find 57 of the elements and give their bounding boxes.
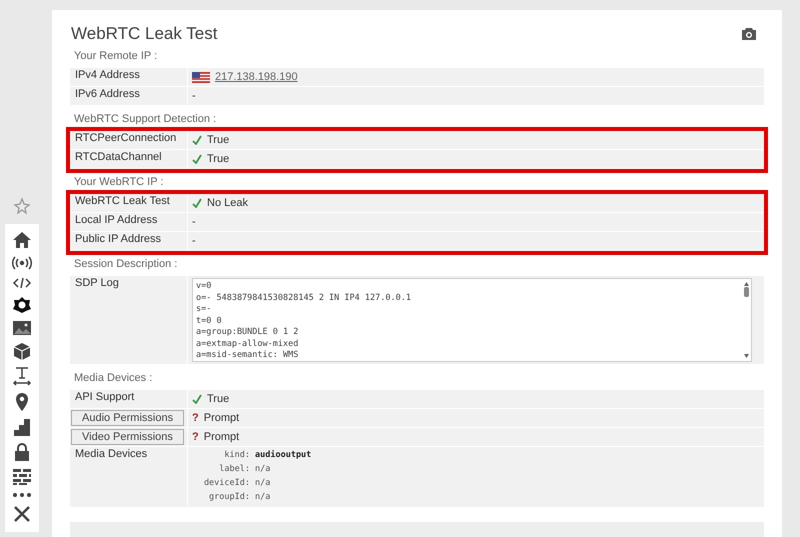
text-width-icon[interactable] xyxy=(12,366,32,386)
device-value: n/a xyxy=(255,491,270,504)
row-label: API Support xyxy=(75,391,134,403)
flag-icon xyxy=(192,72,210,82)
section-heading: Session Description : xyxy=(73,257,178,272)
page-title: WebRTC Leak Test xyxy=(71,24,218,44)
more-icon[interactable] xyxy=(12,492,32,498)
row-label: WebRTC Leak Test xyxy=(75,195,170,207)
row-label: Local IP Address xyxy=(75,214,158,226)
row-value: True xyxy=(207,393,230,405)
device-key: label: xyxy=(192,462,250,476)
check-icon xyxy=(192,394,202,404)
device-key: deviceId: xyxy=(192,476,250,490)
row-value: Prompt xyxy=(204,431,240,443)
row-value: True xyxy=(207,134,230,146)
row-label: SDP Log xyxy=(75,277,119,289)
check-icon xyxy=(192,198,202,208)
brick-wall-icon[interactable] xyxy=(12,468,32,486)
device-value: n/a xyxy=(255,477,270,490)
row-label: RTCDataChannel xyxy=(75,151,162,163)
sdp-log-field[interactable]: v=0 o=- 5483879841530828145 2 IN IP4 127.0.0.1 s=- t=0 0 a=group:BUNDLE 0 1 2 a=extmap-allow-mixed a=msid-semantic: WMS xyxy=(192,278,752,362)
home-icon[interactable] xyxy=(12,230,32,250)
tools-icon[interactable] xyxy=(12,504,32,524)
ip-link[interactable]: 217.138.198.190 xyxy=(215,71,298,83)
row-label: IPv6 Address xyxy=(75,88,140,100)
row-value: True xyxy=(207,153,230,165)
stairs-icon[interactable] xyxy=(12,418,32,436)
image-icon[interactable] xyxy=(12,320,32,336)
flower-icon[interactable] xyxy=(12,296,32,314)
question-mark: ? xyxy=(192,412,199,424)
device-value: n/a xyxy=(255,463,270,476)
section-heading: Your WebRTC IP : xyxy=(73,175,164,190)
row-value: No Leak xyxy=(207,197,248,209)
permission-button[interactable]: Audio Permissions xyxy=(71,410,184,426)
row-label: Media Devices xyxy=(75,448,148,460)
row-label: Public IP Address xyxy=(75,233,162,245)
scroll-thumb[interactable] xyxy=(744,287,749,297)
permission-button[interactable]: Video Permissions xyxy=(71,429,184,445)
question-mark: ? xyxy=(192,431,199,443)
lock-icon[interactable] xyxy=(12,442,32,462)
row-value: Prompt xyxy=(204,412,240,424)
camera-icon[interactable] xyxy=(741,27,757,41)
device-key: kind: xyxy=(192,448,250,462)
code-icon[interactable] xyxy=(12,276,32,290)
section-heading: Media Devices : xyxy=(73,371,154,386)
broadcast-icon[interactable] xyxy=(12,256,32,270)
row-value: - xyxy=(192,90,196,102)
row-value: - xyxy=(192,235,196,247)
cube-icon[interactable] xyxy=(12,342,32,360)
device-value: audiooutput xyxy=(255,449,312,462)
section-heading: WebRTC Support Detection : xyxy=(73,112,218,127)
section-heading: Your Remote IP : xyxy=(73,49,158,64)
row-label: IPv4 Address xyxy=(75,69,140,81)
row-value: - xyxy=(192,216,196,228)
scroll-down-icon[interactable] xyxy=(744,354,749,358)
row-label: RTCPeerConnection xyxy=(75,132,176,144)
device-key: groupId: xyxy=(192,490,250,504)
